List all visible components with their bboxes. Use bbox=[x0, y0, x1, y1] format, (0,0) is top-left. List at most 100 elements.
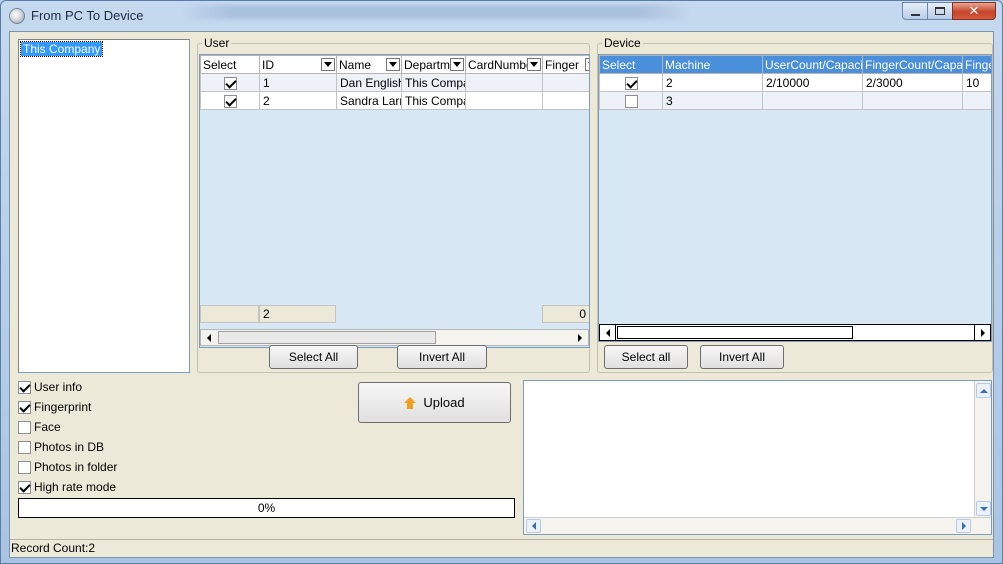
user-grid-hscrollbar[interactable] bbox=[200, 329, 589, 346]
scroll-left-icon[interactable] bbox=[600, 325, 616, 340]
row-checkbox[interactable] bbox=[599, 91, 663, 110]
user-table: Select ID Name Departm CardNumbe Finger … bbox=[200, 55, 589, 110]
device-col-select[interactable]: Select bbox=[599, 55, 663, 74]
cell-department: This Compar bbox=[401, 73, 466, 92]
row-checkbox[interactable] bbox=[599, 73, 663, 92]
close-icon: ✕ bbox=[968, 3, 980, 18]
scroll-right-icon[interactable] bbox=[956, 519, 971, 533]
user-select-all-button[interactable]: Select All bbox=[269, 345, 358, 369]
client-area: This Company User Select ID Name Departm… bbox=[9, 31, 994, 558]
scroll-right-icon[interactable] bbox=[974, 325, 990, 340]
scroll-down-icon[interactable] bbox=[976, 501, 991, 516]
cell-machine: 3 bbox=[662, 91, 763, 110]
user-col-select[interactable]: Select bbox=[200, 55, 260, 74]
footer-finger: 0 bbox=[542, 305, 589, 323]
user-col-name[interactable]: Name bbox=[336, 55, 402, 74]
checkbox-icon[interactable] bbox=[624, 94, 638, 108]
upload-button[interactable]: Upload bbox=[358, 382, 511, 423]
user-grid[interactable]: Select ID Name Departm CardNumbe Finger … bbox=[199, 54, 590, 348]
user-col-cardnumber[interactable]: CardNumbe bbox=[465, 55, 543, 74]
upload-arrow-icon bbox=[404, 396, 417, 409]
option-label: Fingerprint bbox=[34, 400, 92, 414]
user-col-id[interactable]: ID bbox=[259, 55, 337, 74]
footer-cell-spacer bbox=[336, 305, 542, 323]
maximize-icon bbox=[935, 7, 945, 15]
cell-cardnumber bbox=[465, 91, 543, 110]
checkbox-icon[interactable] bbox=[18, 380, 31, 394]
checkbox-icon[interactable] bbox=[18, 400, 31, 414]
cell-finger bbox=[962, 91, 991, 110]
scroll-left-icon[interactable] bbox=[526, 519, 541, 533]
device-col-machine[interactable]: Machine bbox=[662, 55, 763, 74]
table-row[interactable]: 2 2/10000 2/3000 10 bbox=[599, 73, 991, 92]
checkbox-icon[interactable] bbox=[18, 480, 31, 494]
option-high-rate-mode[interactable]: High rate mode bbox=[18, 479, 116, 495]
upload-label: Upload bbox=[423, 395, 465, 410]
filter-dropdown-icon[interactable] bbox=[527, 58, 541, 71]
option-photos-in-db[interactable]: Photos in DB bbox=[18, 439, 104, 455]
row-checkbox[interactable] bbox=[200, 73, 260, 92]
filter-dropdown-icon[interactable] bbox=[386, 58, 400, 71]
footer-cell-blank bbox=[200, 305, 259, 323]
table-row[interactable]: 3 bbox=[599, 91, 991, 110]
user-col-finger[interactable]: Finger bbox=[542, 55, 589, 74]
row-checkbox[interactable] bbox=[200, 91, 260, 110]
scroll-up-icon[interactable] bbox=[976, 383, 991, 398]
app-icon bbox=[9, 8, 25, 24]
progress-bar: 0% bbox=[18, 498, 515, 518]
cell-cardnumber bbox=[465, 73, 543, 92]
option-label: Photos in DB bbox=[34, 440, 105, 454]
device-col-finger[interactable]: Finger bbox=[962, 55, 991, 74]
department-tree[interactable]: This Company bbox=[18, 39, 190, 373]
device-select-all-button[interactable]: Select all bbox=[604, 345, 688, 369]
scroll-left-icon[interactable] bbox=[201, 330, 217, 345]
device-grid-hscrollbar[interactable] bbox=[599, 324, 991, 341]
option-face[interactable]: Face bbox=[18, 419, 61, 435]
checkbox-icon[interactable] bbox=[18, 440, 31, 454]
checkbox-icon[interactable] bbox=[18, 460, 31, 474]
option-label: Photos in folder bbox=[34, 460, 118, 474]
cell-machine: 2 bbox=[662, 73, 763, 92]
cell-finger: 10 bbox=[962, 73, 991, 92]
option-photos-in-folder[interactable]: Photos in folder bbox=[18, 459, 117, 475]
user-col-department[interactable]: Departm bbox=[401, 55, 466, 74]
device-invert-all-button[interactable]: Invert All bbox=[700, 345, 784, 369]
cell-name: Dan English bbox=[336, 73, 402, 92]
checkbox-icon[interactable] bbox=[18, 420, 31, 434]
scroll-thumb[interactable] bbox=[218, 331, 436, 344]
option-label: High rate mode bbox=[34, 480, 117, 494]
device-grid[interactable]: Select Machine UserCount/Capacity Finger… bbox=[598, 54, 992, 342]
title-bar: From PC To Device ✕ bbox=[1, 1, 1002, 31]
checkbox-icon[interactable] bbox=[624, 76, 638, 90]
table-row[interactable]: 2 Sandra Larm This Compar 0 bbox=[200, 91, 589, 110]
scroll-thumb[interactable] bbox=[617, 326, 853, 339]
filter-dropdown-icon[interactable] bbox=[321, 58, 335, 71]
device-col-fingercount[interactable]: FingerCount/Capaci bbox=[862, 55, 963, 74]
close-button[interactable]: ✕ bbox=[952, 2, 996, 20]
maximize-button[interactable] bbox=[927, 2, 953, 20]
user-group-legend: User bbox=[204, 36, 230, 50]
minimize-button[interactable] bbox=[902, 2, 928, 20]
checkbox-icon[interactable] bbox=[223, 94, 237, 108]
footer-count: 2 bbox=[259, 305, 336, 323]
cell-finger: 0 bbox=[542, 91, 589, 110]
log-textbox[interactable] bbox=[523, 380, 992, 535]
status-bar: Record Count:2 bbox=[10, 539, 993, 557]
cell-finger: 0 bbox=[542, 73, 589, 92]
table-row[interactable]: 1 Dan English This Compar 0 bbox=[200, 73, 589, 92]
user-col-name-label: Name bbox=[339, 57, 372, 72]
tree-item-company[interactable]: This Company bbox=[19, 41, 104, 57]
option-fingerprint[interactable]: Fingerprint bbox=[18, 399, 91, 415]
user-col-department-label: Departm bbox=[404, 57, 451, 72]
device-table: Select Machine UserCount/Capacity Finger… bbox=[599, 55, 991, 110]
device-col-usercount[interactable]: UserCount/Capacity bbox=[762, 55, 863, 74]
window-title: From PC To Device bbox=[31, 8, 144, 23]
log-hscrollbar[interactable] bbox=[524, 517, 991, 534]
checkbox-icon[interactable] bbox=[223, 76, 237, 90]
scroll-right-icon[interactable] bbox=[572, 330, 588, 345]
log-vscrollbar[interactable] bbox=[974, 381, 991, 518]
filter-dropdown-icon[interactable] bbox=[585, 58, 589, 71]
filter-dropdown-icon[interactable] bbox=[450, 58, 464, 71]
option-user-info[interactable]: User info bbox=[18, 379, 82, 395]
user-invert-all-button[interactable]: Invert All bbox=[397, 345, 487, 369]
